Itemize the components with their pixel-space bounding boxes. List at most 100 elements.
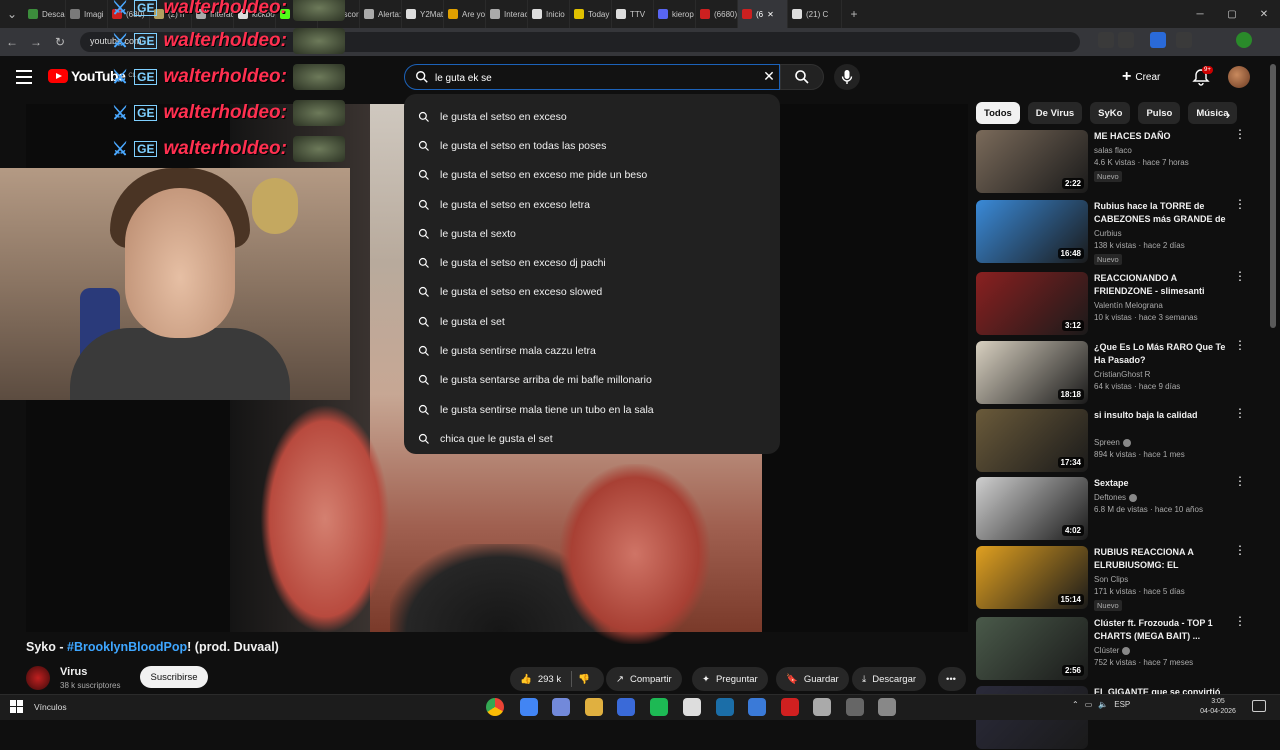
search-suggestion[interactable]: le gusta el setso en exceso me pide un b… xyxy=(404,161,780,190)
windows-start-icon[interactable] xyxy=(10,700,24,714)
like-icon[interactable]: 👍 xyxy=(520,674,532,685)
more-vertical-icon[interactable]: ⋮ xyxy=(1234,198,1246,216)
recommended-title[interactable]: RUBIUS REACCIONA A ELRUBIUSOMG: EL YOUTU… xyxy=(1094,546,1232,572)
recommended-channel[interactable]: Son Clips xyxy=(1094,575,1128,584)
network-icon[interactable]: ▭ xyxy=(1085,700,1093,709)
recommended-video[interactable]: 2:22 ME HACES DAÑO salas flaco 4.6 K vistas… xyxy=(976,128,1256,194)
recommended-video[interactable]: 3:12 REACCIONANDO A FRIENDZONE - slimesan… xyxy=(976,270,1256,336)
taskbar-app-icon[interactable] xyxy=(486,698,504,716)
create-button[interactable]: + Crear xyxy=(1122,66,1182,88)
close-tab-icon[interactable]: ✕ xyxy=(767,10,774,19)
hamburger-menu-icon[interactable] xyxy=(16,70,32,84)
channel-name[interactable]: Virus xyxy=(60,666,87,678)
browser-tab[interactable]: Imagi xyxy=(66,0,108,28)
channel-avatar[interactable] xyxy=(26,666,50,690)
search-input[interactable] xyxy=(435,69,755,87)
more-vertical-icon[interactable]: ⋮ xyxy=(1234,339,1246,357)
recommended-video[interactable]: 4:02 Sextape Deftones 6.8 M de vistas · hac… xyxy=(976,475,1256,541)
extension-icon[interactable] xyxy=(1150,32,1166,48)
more-vertical-icon[interactable]: ⋮ xyxy=(1234,615,1246,633)
recommended-video[interactable]: 18:18 ¿Que Es Lo Más RARO Que Te Ha Pasad… xyxy=(976,339,1256,405)
chevron-up-icon[interactable]: ⌃ xyxy=(1072,700,1079,709)
page-scrollbar[interactable] xyxy=(1270,64,1276,328)
taskbar-app-icon[interactable] xyxy=(617,698,635,716)
search-suggestion[interactable]: le gusta sentarse arriba de mi bafle mil… xyxy=(404,366,780,395)
language-indicator[interactable]: ESP xyxy=(1114,700,1130,709)
taskbar-app-icon[interactable] xyxy=(878,698,896,716)
download-button[interactable]: ⤓ Descargar xyxy=(852,667,927,691)
search-suggestion[interactable]: le gusta sentirse mala tiene un tubo en … xyxy=(404,395,780,424)
browser-tab[interactable]: Are yo xyxy=(444,0,486,28)
more-vertical-icon[interactable]: ⋮ xyxy=(1234,475,1246,493)
more-actions-button[interactable]: ••• xyxy=(938,667,966,691)
search-suggestion[interactable]: chica que le gusta el set xyxy=(404,424,780,453)
browser-tab[interactable]: Today xyxy=(570,0,612,28)
filter-chip[interactable]: De Virus xyxy=(1027,102,1083,124)
tab-search-chevron-icon[interactable]: ⌄ xyxy=(0,2,24,26)
search-suggestion[interactable]: le gusta el sexto xyxy=(404,219,780,248)
video-thumbnail[interactable]: 18:18 xyxy=(976,341,1088,404)
recommended-channel[interactable]: Clúster xyxy=(1094,646,1131,655)
search-button[interactable] xyxy=(780,64,824,90)
browser-tab[interactable]: Interac xyxy=(486,0,528,28)
subscribe-button[interactable]: Suscribirse xyxy=(140,666,208,688)
clear-search-icon[interactable]: ✕ xyxy=(762,69,776,83)
taskbar-app-icon[interactable] xyxy=(748,698,766,716)
notification-center-icon[interactable] xyxy=(1252,700,1266,712)
search-box[interactable] xyxy=(404,64,780,90)
share-button[interactable]: ↗ Compartir xyxy=(606,667,682,691)
profile-avatar-icon[interactable] xyxy=(1236,32,1252,48)
recommended-video[interactable]: 15:14 RUBIUS REACCIONA A ELRUBIUSOMG: EL … xyxy=(976,544,1256,611)
recommended-title[interactable]: ¿Que Es Lo Más RARO Que Te Ha Pasado? xyxy=(1094,341,1232,367)
taskbar-app-icon[interactable] xyxy=(813,698,831,716)
account-avatar[interactable] xyxy=(1228,66,1250,88)
browser-tab[interactable]: Inicio xyxy=(528,0,570,28)
video-thumbnail[interactable]: 2:22 xyxy=(976,130,1088,193)
video-thumbnail[interactable]: 4:02 xyxy=(976,477,1088,540)
more-vertical-icon[interactable]: ⋮ xyxy=(1234,544,1246,562)
search-suggestion[interactable]: le gusta el setso en todas las poses xyxy=(404,131,780,160)
recommended-channel[interactable]: Spreen xyxy=(1094,438,1131,447)
hashtag-link[interactable]: #BrooklynBloodPop xyxy=(67,640,187,654)
search-suggestion[interactable]: le gusta el setso en exceso dj pachi xyxy=(404,248,780,277)
taskbar-app-icon[interactable] xyxy=(716,698,734,716)
filter-chip[interactable]: Todos xyxy=(976,102,1020,124)
filter-chip[interactable]: Pulso xyxy=(1138,102,1181,124)
search-suggestion[interactable]: le gusta el setso en exceso letra xyxy=(404,190,780,219)
search-suggestion[interactable]: le gusta el setso en exceso xyxy=(404,102,780,131)
video-thumbnail[interactable]: 17:34 xyxy=(976,409,1088,472)
reload-icon[interactable]: ↻ xyxy=(48,30,72,54)
recommended-title[interactable]: REACCIONANDO A FRIENDZONE - slimesanti xyxy=(1094,272,1232,298)
recommended-title[interactable]: ME HACES DAÑO xyxy=(1094,130,1232,143)
browser-tab[interactable]: Alerta: xyxy=(360,0,402,28)
search-suggestion[interactable]: le gusta el setso en exceso slowed xyxy=(404,278,780,307)
taskbar-app-icon[interactable] xyxy=(585,698,603,716)
browser-tab[interactable]: (6 ✕ xyxy=(738,0,788,28)
browser-tab[interactable]: kierop xyxy=(654,0,696,28)
voice-search-button[interactable] xyxy=(834,64,860,90)
recommended-title[interactable]: Rubius hace la TORRE de CABEZONES más GR… xyxy=(1094,200,1232,226)
like-count[interactable]: 293 k xyxy=(538,674,561,685)
recommended-video[interactable]: 17:34 si insulto baja la calidad Spreen 894… xyxy=(976,407,1256,473)
taskbar-links-label[interactable]: Vínculos xyxy=(34,702,67,712)
more-vertical-icon[interactable]: ⋮ xyxy=(1234,407,1246,425)
video-thumbnail[interactable]: 2:56 xyxy=(976,617,1088,680)
browser-tab[interactable]: (6680) xyxy=(696,0,738,28)
browser-tab[interactable]: TTV xyxy=(612,0,654,28)
taskbar-app-icon[interactable] xyxy=(846,698,864,716)
video-thumbnail[interactable]: 15:14 xyxy=(976,546,1088,609)
recommended-title[interactable]: si insulto baja la calidad xyxy=(1094,409,1232,422)
search-suggestion[interactable]: le gusta el set xyxy=(404,307,780,336)
recommended-video[interactable]: 2:56 Clúster ft. Frozouda - TOP 1 CHARTS … xyxy=(976,615,1256,681)
browser-tab[interactable]: Desca xyxy=(24,0,66,28)
recommended-channel[interactable]: Curbius xyxy=(1094,229,1122,238)
maximize-icon[interactable]: ▢ xyxy=(1216,0,1248,28)
recommended-title[interactable]: Sextape xyxy=(1094,477,1232,490)
taskbar-app-icon[interactable] xyxy=(650,698,668,716)
recommended-channel[interactable]: Deftones xyxy=(1094,493,1138,502)
browser-tab[interactable]: (21) C xyxy=(788,0,842,28)
taskbar-app-icon[interactable] xyxy=(552,698,570,716)
search-suggestion[interactable]: le gusta sentirse mala cazzu letra xyxy=(404,336,780,365)
extensions-puzzle-icon[interactable] xyxy=(1176,32,1192,48)
browser-tab[interactable]: Y2Mat xyxy=(402,0,444,28)
